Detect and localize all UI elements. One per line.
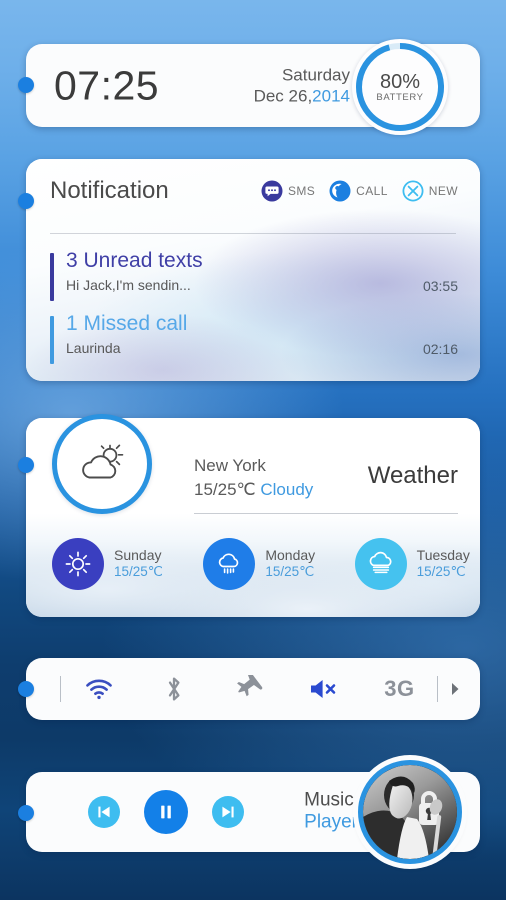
notification-item-accent-bar — [50, 316, 54, 364]
toggles-card-handle[interactable] — [18, 681, 34, 697]
toggle-airplane[interactable] — [211, 658, 286, 720]
toggle-network[interactable]: 3G — [362, 658, 437, 720]
bluetooth-icon — [168, 677, 180, 701]
forecast-temp: 15/25℃ — [114, 564, 163, 580]
battery-label: BATTERY — [376, 91, 424, 103]
network-type-label: 3G — [384, 676, 415, 701]
forecast-icon-circle — [52, 538, 104, 590]
fog-cloud-icon — [369, 551, 392, 574]
rain-cloud-icon — [219, 553, 239, 574]
music-next-button[interactable] — [212, 796, 244, 828]
notification-item-title: 3 Unread texts — [66, 249, 203, 272]
notification-card-handle[interactable] — [18, 193, 34, 209]
forecast-temp: 15/25℃ — [265, 564, 315, 580]
music-label-line1: Music — [304, 789, 354, 811]
battery-ring[interactable]: 80% BATTERY — [352, 39, 448, 135]
sun-behind-cloud-icon — [82, 444, 124, 479]
music-label-line2: Player — [304, 812, 358, 833]
notification-shortcuts: SMS CALL NEW — [261, 180, 458, 202]
music-previous-button[interactable] — [88, 796, 120, 828]
chevron-right-icon — [452, 683, 459, 695]
notification-item-accent-bar — [50, 253, 54, 301]
clock-date-block: Saturday Dec 26,2014 — [254, 64, 350, 108]
battery-text: 80% BATTERY — [376, 70, 424, 103]
notification-item-title: 1 Missed call — [66, 312, 188, 335]
clock-time: 07:25 — [54, 62, 160, 108]
forecast-day: Monday — [265, 546, 316, 563]
sun-icon — [65, 551, 91, 577]
sms-shortcut[interactable]: SMS — [261, 180, 315, 202]
music-pause-button[interactable] — [144, 790, 188, 834]
forecast-temp: 15/25℃ — [416, 564, 466, 580]
notification-header: Notification SMS CALL NEW — [26, 159, 480, 223]
singer-with-microphone-photo — [363, 765, 457, 859]
forecast-icon-circle — [203, 538, 256, 590]
forecast-item-sunday[interactable]: Sunday 15/25℃ — [26, 538, 177, 590]
sms-bubble-icon — [261, 180, 283, 202]
toggle-more-button[interactable] — [438, 681, 472, 697]
new-close-icon — [402, 180, 424, 202]
toggle-mute[interactable] — [287, 658, 362, 720]
call-phone-icon — [329, 180, 351, 202]
mute-icon — [311, 680, 336, 698]
weather-title: Weather — [367, 462, 458, 489]
battery-percent: 80% — [379, 70, 420, 93]
pause-icon — [161, 805, 171, 819]
weather-temperature-row: 15/25℃ Cloudy — [194, 480, 313, 500]
forecast-day: Tuesday — [416, 546, 470, 563]
new-shortcut[interactable]: NEW — [402, 180, 458, 202]
notification-item-subtitle: Laurinda — [66, 340, 121, 356]
forecast-text: Tuesday 15/25℃ — [417, 547, 470, 581]
skip-next-icon — [222, 806, 234, 818]
clock-date-year: 2014 — [312, 86, 350, 106]
clock-weekday: Saturday — [281, 64, 350, 84]
new-shortcut-label: NEW — [428, 184, 458, 198]
weather-current-icon[interactable] — [52, 414, 152, 514]
weather-forecast-row: Sunday 15/25℃ Monday 15/25℃ Tuesday 15/2… — [26, 538, 480, 590]
quick-toggles-card[interactable]: 3G — [26, 658, 480, 720]
call-shortcut-label: CALL — [356, 184, 388, 198]
skip-previous-icon — [98, 806, 110, 818]
toggle-wifi[interactable] — [61, 658, 136, 720]
sms-shortcut-label: SMS — [287, 184, 316, 198]
weather-temperature: 15/25℃ — [194, 480, 256, 499]
forecast-icon-circle — [354, 538, 407, 590]
music-card-handle[interactable] — [18, 805, 34, 821]
weather-condition: Cloudy — [260, 480, 314, 499]
clock-date: Dec 26,2014 — [254, 86, 350, 108]
forecast-text: Monday 15/25℃ — [265, 547, 315, 581]
clock-card-handle[interactable] — [18, 77, 34, 93]
forecast-day: Sunday — [114, 546, 162, 563]
notification-item-time: 03:55 — [422, 278, 458, 294]
album-art[interactable] — [358, 760, 462, 864]
clock-date-prefix: Dec 26, — [253, 86, 313, 106]
weather-card-handle[interactable] — [18, 457, 34, 473]
toggle-bluetooth[interactable] — [136, 658, 211, 720]
notification-title: Notification — [50, 177, 169, 204]
call-shortcut[interactable]: CALL — [329, 180, 388, 202]
airplane-icon — [237, 675, 263, 697]
forecast-text: Sunday 15/25℃ — [114, 547, 163, 581]
notification-item-time: 02:16 — [422, 341, 458, 357]
weather-divider — [194, 513, 458, 514]
weather-city: New York — [194, 456, 266, 475]
notification-divider — [50, 233, 456, 234]
forecast-item-monday[interactable]: Monday 15/25℃ — [177, 538, 328, 590]
forecast-item-tuesday[interactable]: Tuesday 15/25℃ — [329, 538, 480, 590]
music-player-label: Music Player — [304, 790, 358, 835]
notification-item-missed-call[interactable]: 1 Missed call Laurinda 02:16 — [50, 312, 458, 366]
wifi-icon — [85, 679, 112, 700]
lockscreen-widgets-screen: 07:25 Saturday Dec 26,2014 80% BATTERY N… — [0, 0, 506, 900]
notification-item-subtitle: Hi Jack,I'm sendin... — [66, 277, 191, 293]
quick-toggles-row: 3G — [26, 658, 480, 720]
notification-card[interactable]: Notification SMS CALL NEW 3 Unread texts… — [26, 159, 480, 381]
notification-item-unread-texts[interactable]: 3 Unread texts Hi Jack,I'm sendin... 03:… — [50, 249, 458, 303]
